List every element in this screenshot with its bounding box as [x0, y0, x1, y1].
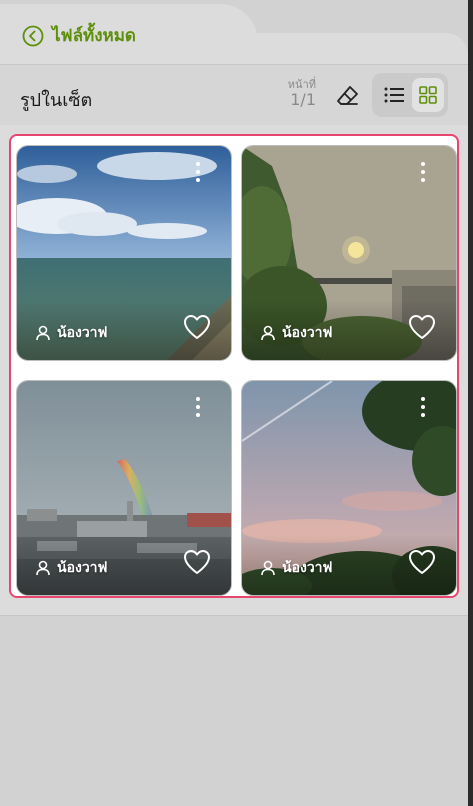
set-toolbar: รูปในเซ็ต หน้าที่ 1/1	[0, 64, 468, 126]
eraser-icon[interactable]	[335, 83, 361, 109]
more-options-icon[interactable]	[416, 162, 430, 186]
heart-icon[interactable]	[408, 314, 436, 340]
photo-card[interactable]: น้องวาฟ	[241, 145, 457, 361]
window-edge	[468, 30, 473, 806]
back-label: ไฟล์ทั้งหมด	[52, 26, 136, 46]
heart-icon[interactable]	[183, 549, 211, 575]
owner-name: น้องวาฟ	[57, 560, 108, 576]
user-icon	[36, 325, 50, 341]
photo-owner: น้องวาฟ	[260, 322, 332, 344]
chevron-left-circle-icon	[22, 25, 44, 46]
photo-owner: น้องวาฟ	[260, 557, 332, 579]
photo-card[interactable]: น้องวาฟ	[241, 380, 457, 596]
photo-card[interactable]: น้องวาฟ	[16, 145, 232, 361]
owner-name: น้องวาฟ	[57, 325, 108, 341]
grid-icon	[419, 86, 437, 104]
heart-icon[interactable]	[408, 549, 436, 575]
grid-view-button[interactable]	[412, 78, 444, 112]
photo-owner: น้องวาฟ	[35, 322, 107, 344]
back-button[interactable]: ไฟล์ทั้งหมด	[22, 22, 136, 49]
photo-owner: น้องวาฟ	[35, 557, 107, 579]
header-tab-extension	[220, 33, 468, 64]
list-view-button[interactable]	[378, 78, 410, 112]
owner-name: น้องวาฟ	[282, 560, 333, 576]
more-options-icon[interactable]	[191, 162, 205, 186]
photo-content: น้องวาฟ น้องวาฟ น้องวาฟ น้องวาฟ	[0, 125, 468, 616]
photo-grid: น้องวาฟ น้องวาฟ น้องวาฟ น้องวาฟ	[9, 134, 459, 598]
page-indicator: หน้าที่ 1/1	[280, 78, 316, 109]
user-icon	[261, 325, 275, 341]
owner-name: น้องวาฟ	[282, 325, 333, 341]
photo-card[interactable]: น้องวาฟ	[16, 380, 232, 596]
app-screen: ไฟล์ทั้งหมด รูปในเซ็ต หน้าที่ 1/1 น้องวา…	[0, 0, 468, 806]
list-icon	[384, 87, 404, 103]
more-options-icon[interactable]	[416, 397, 430, 421]
user-icon	[261, 560, 275, 576]
more-options-icon[interactable]	[191, 397, 205, 421]
set-title: รูปในเซ็ต	[20, 90, 93, 111]
view-toggle	[372, 73, 448, 117]
page-value: 1/1	[290, 90, 316, 109]
user-icon	[36, 560, 50, 576]
heart-icon[interactable]	[183, 314, 211, 340]
